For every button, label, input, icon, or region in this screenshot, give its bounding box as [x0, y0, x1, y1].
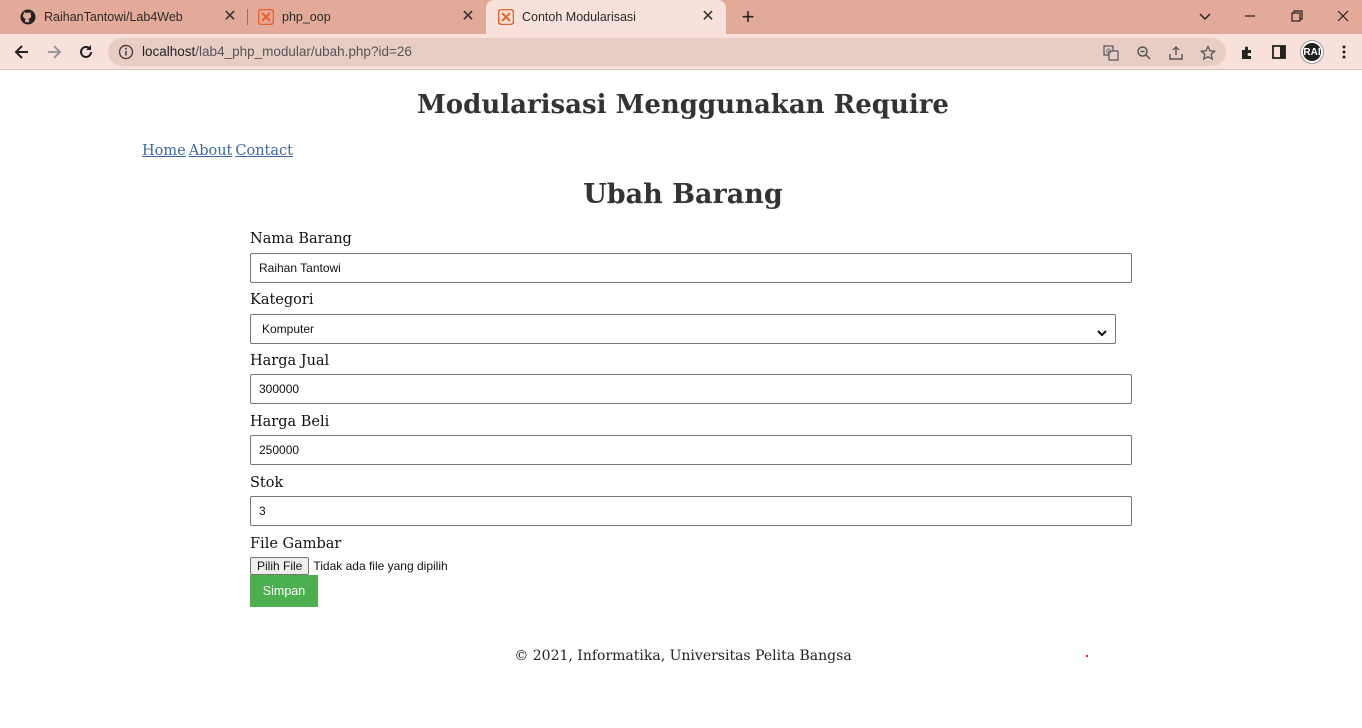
minimize-icon[interactable]: [1238, 4, 1262, 28]
page-header: Modularisasi Menggunakan Require: [417, 90, 949, 120]
profile-avatar[interactable]: RAI: [1301, 41, 1323, 63]
nama-barang-label: Nama Barang: [250, 231, 352, 247]
window-close-icon[interactable]: [1331, 4, 1355, 28]
browser-toolbar: localhost/lab4_php_modular/ubah.php?id=2…: [0, 34, 1362, 70]
reload-icon[interactable]: [74, 40, 98, 64]
tab-strip: RaihanTantowi/Lab4Web ✕ php_oop ✕ Contoh…: [0, 0, 1362, 34]
nav-link-about[interactable]: About: [189, 143, 233, 159]
address-bar[interactable]: localhost/lab4_php_modular/ubah.php?id=2…: [108, 38, 1226, 66]
url-host: localhost: [142, 44, 196, 59]
harga-jual-label: Harga Jual: [250, 353, 330, 369]
harga-beli-input[interactable]: 250000: [250, 435, 1132, 465]
extensions-icon[interactable]: [1237, 42, 1257, 62]
side-panel-icon[interactable]: [1269, 42, 1289, 62]
stok-label: Stok: [250, 475, 284, 491]
simpan-button[interactable]: Simpan: [250, 575, 318, 607]
translate-icon[interactable]: G: [1102, 44, 1120, 62]
tab-title: php_oop: [282, 10, 331, 24]
close-icon[interactable]: ✕: [460, 9, 476, 25]
kategori-selected-value: Komputer: [262, 322, 315, 336]
close-icon[interactable]: ✕: [222, 9, 238, 25]
tab-github[interactable]: RaihanTantowi/Lab4Web ✕: [0, 0, 248, 34]
kategori-label: Kategori: [250, 292, 314, 308]
zoom-icon[interactable]: [1135, 44, 1153, 62]
info-icon[interactable]: [118, 44, 134, 60]
svg-text:G: G: [1106, 49, 1111, 56]
page-footer: © 2021, Informatika, Universitas Pelita …: [514, 648, 852, 664]
back-icon[interactable]: [10, 40, 34, 64]
chevron-down-icon: [1095, 322, 1109, 337]
tab-contoh-modularisasi[interactable]: Contoh Modularisasi ✕: [486, 0, 726, 34]
stok-input[interactable]: 3: [250, 496, 1132, 526]
share-icon[interactable]: [1167, 44, 1185, 62]
menu-icon[interactable]: [1334, 42, 1354, 62]
xampp-icon: [258, 9, 274, 25]
nama-barang-input[interactable]: Raihan Tantowi: [250, 253, 1132, 283]
bookmark-star-icon[interactable]: [1199, 44, 1217, 62]
harga-jual-input[interactable]: 300000: [250, 374, 1132, 404]
file-input: Pilih File Tidak ada file yang dipilih: [250, 557, 448, 575]
nav-link-contact[interactable]: Contact: [235, 143, 293, 159]
close-icon[interactable]: ✕: [700, 9, 716, 25]
form-title: Ubah Barang: [583, 179, 783, 210]
xampp-icon: [498, 9, 514, 25]
stray-dot: [1086, 655, 1088, 657]
tab-title: Contoh Modularisasi: [522, 10, 636, 24]
tab-php-oop[interactable]: php_oop ✕: [238, 0, 486, 34]
harga-beli-label: Harga Beli: [250, 414, 330, 430]
kategori-select[interactable]: Komputer: [250, 314, 1116, 344]
tab-title: RaihanTantowi/Lab4Web: [44, 10, 183, 24]
url-text[interactable]: localhost/lab4_php_modular/ubah.php?id=2…: [142, 44, 412, 59]
github-icon: [20, 9, 36, 25]
forward-icon[interactable]: [42, 40, 66, 64]
nav-link-home[interactable]: Home: [142, 143, 186, 159]
restore-icon[interactable]: [1285, 4, 1309, 28]
tab-search-icon[interactable]: [1193, 4, 1217, 28]
new-tab-button[interactable]: +: [738, 6, 758, 28]
file-status-text: Tidak ada file yang dipilih: [313, 559, 448, 573]
url-path: /lab4_php_modular/ubah.php?id=26: [195, 44, 412, 59]
main-nav: Home About Contact: [142, 143, 296, 159]
file-gambar-label: File Gambar: [250, 536, 342, 552]
choose-file-button[interactable]: Pilih File: [250, 557, 310, 575]
